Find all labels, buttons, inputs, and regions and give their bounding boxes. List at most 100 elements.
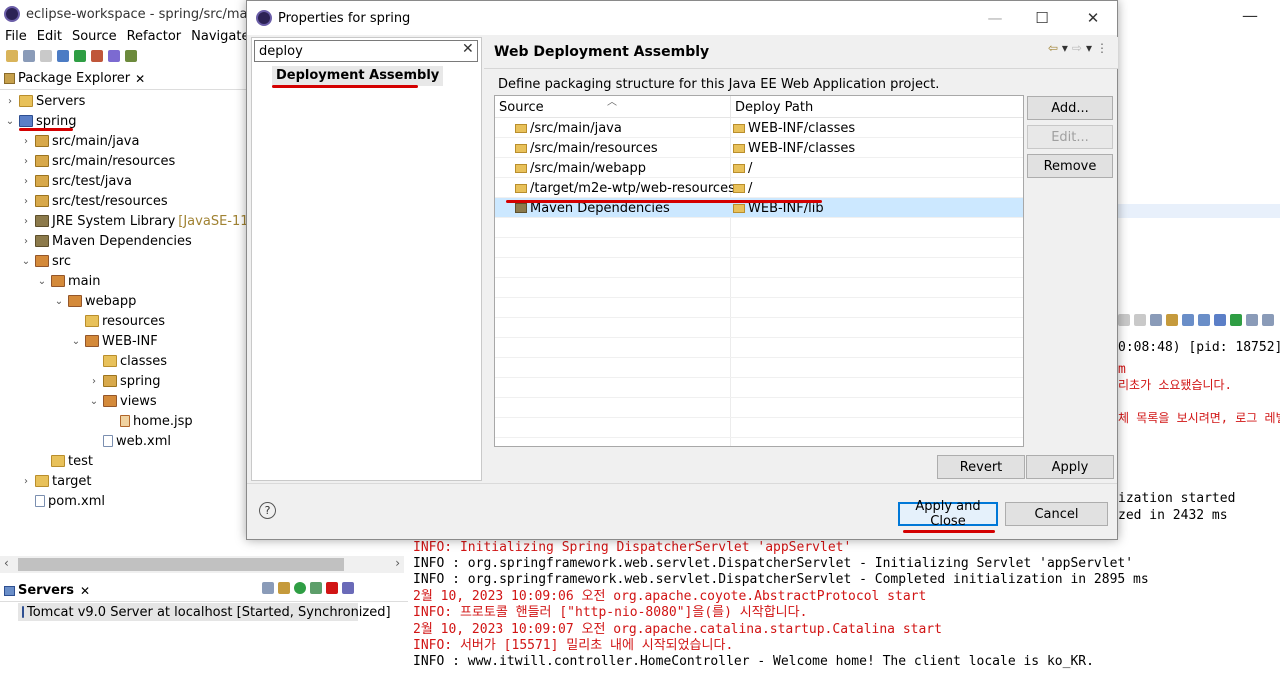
pin-console-icon[interactable] bbox=[1230, 314, 1242, 326]
forward-arrow-icon[interactable]: ⇨ bbox=[1072, 41, 1082, 55]
chevron-down-icon[interactable]: ⌄ bbox=[88, 396, 100, 407]
chevron-down-icon[interactable]: ⌄ bbox=[36, 276, 48, 287]
tree-item-jre-library[interactable]: › JRE System Library [JavaSE-11] bbox=[20, 211, 254, 231]
debug-icon[interactable] bbox=[91, 50, 103, 62]
apply-and-close-button[interactable]: Apply and Close bbox=[898, 499, 998, 529]
chevron-down-icon[interactable]: ⌄ bbox=[70, 336, 82, 347]
column-header-source[interactable]: Source bbox=[499, 100, 544, 115]
chevron-down-icon[interactable]: ⌄ bbox=[20, 256, 32, 267]
tree-item-web-xml[interactable]: web.xml bbox=[88, 431, 171, 451]
show-on-error-icon[interactable] bbox=[1214, 314, 1226, 326]
start-server-icon[interactable] bbox=[294, 582, 306, 594]
remove-launch-icon[interactable] bbox=[1118, 314, 1130, 326]
open-console-icon[interactable] bbox=[1262, 314, 1274, 326]
more-options-icon[interactable]: ⋮ bbox=[1096, 41, 1108, 55]
eclipse-minimize-icon[interactable]: — bbox=[1242, 6, 1258, 25]
tree-item-target[interactable]: › target bbox=[20, 471, 92, 491]
chevron-right-icon[interactable]: › bbox=[20, 236, 32, 247]
back-dropdown-icon[interactable]: ▾ bbox=[1062, 41, 1068, 55]
profile-server-icon[interactable] bbox=[310, 582, 322, 594]
package-explorer-scrollbar[interactable]: ‹ › bbox=[0, 556, 404, 573]
tree-item-webapp[interactable]: ⌄ webapp bbox=[53, 291, 137, 311]
collapse-icon[interactable] bbox=[262, 582, 274, 594]
chevron-right-icon[interactable]: › bbox=[88, 376, 100, 387]
menu-edit[interactable]: Edit bbox=[32, 28, 67, 46]
chevron-right-icon[interactable]: › bbox=[20, 136, 32, 147]
chevron-down-icon[interactable]: ⌄ bbox=[53, 296, 65, 307]
server-row-tomcat[interactable]: Tomcat v9.0 Server at localhost [Started… bbox=[18, 603, 391, 621]
table-row[interactable]: /src/main/resources WEB-INF/classes bbox=[495, 138, 1023, 158]
word-wrap-icon[interactable] bbox=[1182, 314, 1194, 326]
minimize-button[interactable]: — bbox=[975, 8, 1015, 28]
chevron-right-icon[interactable]: › bbox=[20, 196, 32, 207]
column-header-deploy-path[interactable]: Deploy Path bbox=[735, 100, 813, 115]
maximize-button[interactable]: ☐ bbox=[1022, 8, 1062, 28]
add-button[interactable]: Add... bbox=[1027, 96, 1113, 120]
chevron-right-icon[interactable]: › bbox=[20, 176, 32, 187]
tree-item-views[interactable]: ⌄ views bbox=[88, 391, 157, 411]
show-on-output-icon[interactable] bbox=[1198, 314, 1210, 326]
chevron-right-icon[interactable]: › bbox=[4, 96, 16, 107]
tree-item-label: resources bbox=[102, 313, 166, 329]
tree-item-resources[interactable]: resources bbox=[70, 311, 165, 331]
menu-refactor[interactable]: Refactor bbox=[122, 28, 187, 46]
menu-navigate[interactable]: Navigate bbox=[186, 28, 254, 46]
menu-source[interactable]: Source bbox=[67, 28, 122, 46]
table-row[interactable]: /src/main/java WEB-INF/classes bbox=[495, 118, 1023, 138]
tree-item-main[interactable]: ⌄ main bbox=[36, 271, 101, 291]
print-icon[interactable] bbox=[40, 50, 52, 62]
gear-icon[interactable] bbox=[125, 50, 137, 62]
tree-item-home-jsp[interactable]: home.jsp bbox=[105, 411, 193, 431]
back-arrow-icon[interactable]: ⇦ bbox=[1048, 41, 1058, 55]
tree-item-spring-folder[interactable]: › spring bbox=[88, 371, 160, 391]
chevron-right-icon[interactable]: › bbox=[20, 476, 32, 487]
edit-button[interactable]: Edit... bbox=[1027, 125, 1113, 149]
stop-server-icon[interactable] bbox=[326, 582, 338, 594]
tree-item-pom-xml[interactable]: pom.xml bbox=[20, 491, 105, 511]
tree-item-classes[interactable]: classes bbox=[88, 351, 167, 371]
publish-icon[interactable] bbox=[342, 582, 354, 594]
remove-button[interactable]: Remove bbox=[1027, 154, 1113, 178]
tree-item-web-inf[interactable]: ⌄ WEB-INF bbox=[70, 331, 158, 351]
tree-item-test[interactable]: test bbox=[36, 451, 93, 471]
revert-button[interactable]: Revert bbox=[937, 455, 1025, 479]
dialog-title-bar[interactable]: Properties for spring — ☐ ✕ bbox=[247, 1, 1117, 35]
tree-item-maven-dependencies[interactable]: › Maven Dependencies bbox=[20, 231, 192, 251]
tree-item-src-test-resources[interactable]: › src/test/resources bbox=[20, 191, 168, 211]
tree-item-deployment-assembly[interactable]: Deployment Assembly bbox=[272, 66, 444, 86]
tree-item-servers[interactable]: › Servers bbox=[4, 91, 85, 111]
tree-item-src[interactable]: ⌄ src bbox=[20, 251, 71, 271]
scroll-lock-icon[interactable] bbox=[1166, 314, 1178, 326]
display-console-icon[interactable] bbox=[1246, 314, 1258, 326]
chevron-right-icon[interactable]: › bbox=[20, 156, 32, 167]
tree-item-src-test-java[interactable]: › src/test/java bbox=[20, 171, 132, 191]
xml-file-icon bbox=[103, 435, 113, 447]
new-icon[interactable] bbox=[6, 50, 18, 62]
clear-console-icon[interactable] bbox=[1150, 314, 1162, 326]
help-icon[interactable]: ? bbox=[259, 502, 276, 519]
chevron-left-icon[interactable]: ‹ bbox=[4, 556, 9, 570]
debug-server-icon[interactable] bbox=[278, 582, 290, 594]
menu-file[interactable]: File bbox=[0, 28, 32, 46]
run-icon[interactable] bbox=[74, 50, 86, 62]
tree-item-src-main-java[interactable]: › src/main/java bbox=[20, 131, 139, 151]
chevron-down-icon[interactable]: ⌄ bbox=[4, 116, 16, 127]
chevron-right-icon[interactable]: › bbox=[395, 556, 400, 570]
external-tools-icon[interactable] bbox=[108, 50, 120, 62]
workspace-icon[interactable] bbox=[57, 50, 69, 62]
cancel-button[interactable]: Cancel bbox=[1005, 502, 1108, 526]
close-icon[interactable]: ✕ bbox=[80, 584, 90, 598]
chevron-right-icon[interactable]: › bbox=[20, 216, 32, 227]
filter-input[interactable] bbox=[254, 40, 478, 62]
close-icon[interactable]: ✕ bbox=[135, 72, 145, 86]
apply-button[interactable]: Apply bbox=[1026, 455, 1114, 479]
clear-filter-icon[interactable]: ✕ bbox=[462, 41, 474, 57]
tree-item-src-main-resources[interactable]: › src/main/resources bbox=[20, 151, 175, 171]
forward-dropdown-icon[interactable]: ▾ bbox=[1086, 41, 1092, 55]
close-button[interactable]: ✕ bbox=[1073, 8, 1113, 28]
remove-all-icon[interactable] bbox=[1134, 314, 1146, 326]
table-row[interactable]: /src/main/webapp / bbox=[495, 158, 1023, 178]
save-icon[interactable] bbox=[23, 50, 35, 62]
scrollbar-thumb[interactable] bbox=[18, 558, 344, 571]
table-row[interactable]: /target/m2e-wtp/web-resources / bbox=[495, 178, 1023, 198]
